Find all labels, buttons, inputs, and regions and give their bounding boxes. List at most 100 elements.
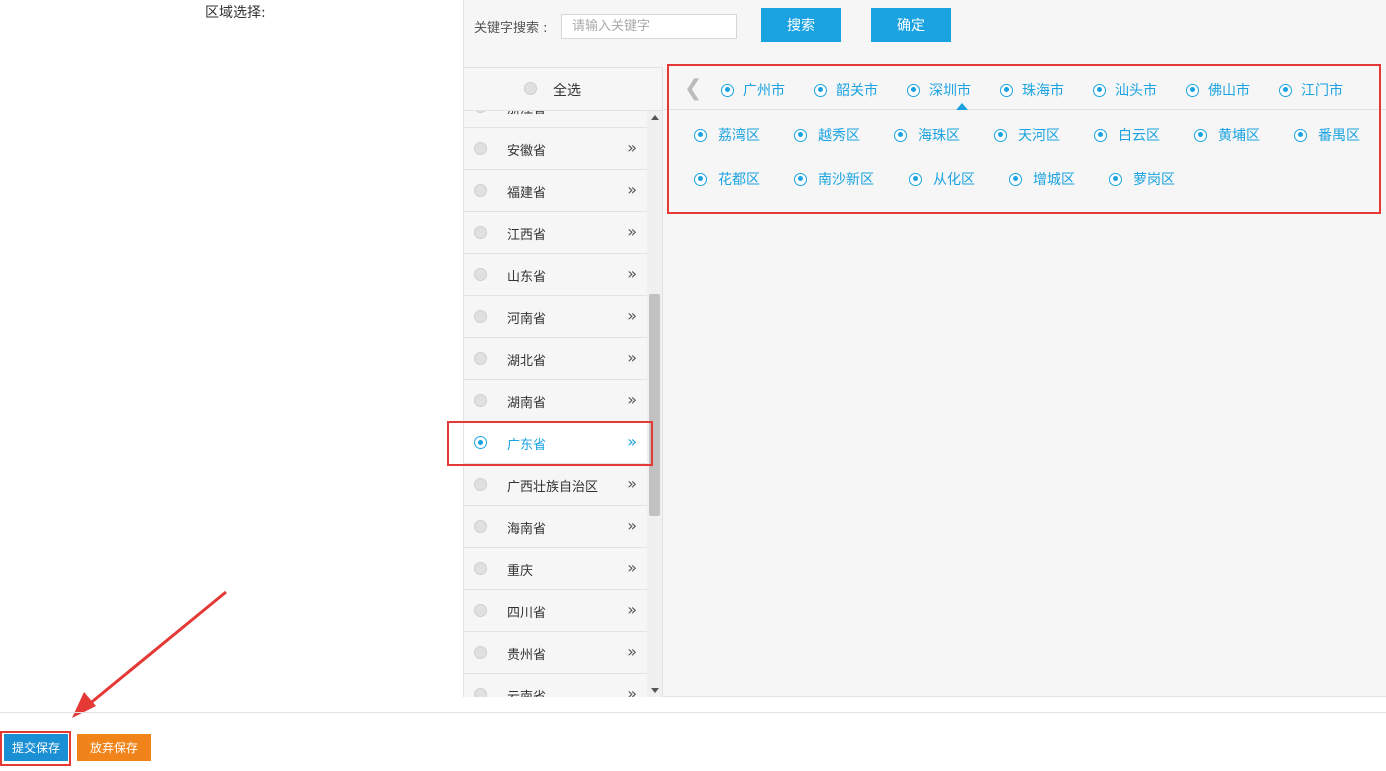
- province-radio[interactable]: [474, 646, 487, 659]
- district-radio[interactable]: [694, 128, 707, 142]
- city-tab[interactable]: 广州市: [721, 80, 785, 100]
- city-radio[interactable]: [721, 83, 734, 97]
- city-radio[interactable]: [1279, 83, 1292, 97]
- double-chevron-right-icon[interactable]: »: [627, 558, 637, 577]
- province-item[interactable]: 云南省 »: [464, 674, 647, 697]
- scroll-thumb[interactable]: [649, 294, 660, 516]
- city-radio[interactable]: [814, 83, 827, 97]
- province-radio[interactable]: [474, 268, 487, 281]
- double-chevron-right-icon[interactable]: »: [627, 264, 637, 283]
- city-tab[interactable]: 深圳市: [907, 80, 971, 100]
- province-item[interactable]: 四川省 »: [464, 590, 647, 632]
- province-name: 广东省: [507, 438, 547, 453]
- double-chevron-right-icon[interactable]: »: [627, 180, 637, 199]
- double-chevron-right-icon[interactable]: »: [627, 600, 637, 619]
- district-label: 海珠区: [918, 128, 960, 144]
- city-tab[interactable]: 韶关市: [814, 80, 878, 100]
- district-item[interactable]: 番禺区: [1294, 125, 1360, 145]
- district-radio[interactable]: [1294, 128, 1307, 142]
- district-radio[interactable]: [794, 128, 807, 142]
- province-radio[interactable]: [474, 310, 487, 323]
- city-radio[interactable]: [907, 83, 920, 97]
- province-radio[interactable]: [474, 478, 487, 491]
- province-radio[interactable]: [474, 184, 487, 197]
- district-radio[interactable]: [1194, 128, 1207, 142]
- province-radio[interactable]: [474, 352, 487, 365]
- district-radio[interactable]: [909, 172, 922, 186]
- double-chevron-right-icon[interactable]: »: [627, 111, 637, 115]
- province-radio[interactable]: [474, 394, 487, 407]
- province-item[interactable]: 安徽省 »: [464, 128, 647, 170]
- search-button[interactable]: 搜索: [761, 8, 841, 42]
- district-item[interactable]: 花都区: [694, 169, 760, 189]
- district-radio[interactable]: [1009, 172, 1022, 186]
- city-tab[interactable]: 汕头市: [1093, 80, 1157, 100]
- province-item[interactable]: 河南省 »: [464, 296, 647, 338]
- double-chevron-right-icon[interactable]: »: [627, 348, 637, 367]
- province-item[interactable]: 海南省 »: [464, 506, 647, 548]
- province-item[interactable]: 湖南省 »: [464, 380, 647, 422]
- province-name: 海南省: [507, 522, 547, 537]
- chevron-left-icon[interactable]: ❮: [684, 76, 702, 101]
- district-item[interactable]: 黄埔区: [1194, 125, 1260, 145]
- district-radio[interactable]: [694, 172, 707, 186]
- district-item[interactable]: 增城区: [1009, 169, 1075, 189]
- select-all-row[interactable]: 全选: [464, 68, 662, 111]
- double-chevron-right-icon[interactable]: »: [627, 684, 637, 697]
- province-item[interactable]: 广东省 »: [464, 422, 647, 464]
- province-radio[interactable]: [474, 111, 487, 113]
- city-radio[interactable]: [1000, 83, 1013, 97]
- district-item[interactable]: 越秀区: [794, 125, 860, 145]
- district-radio[interactable]: [794, 172, 807, 186]
- province-item[interactable]: 浙江省 »: [464, 111, 647, 128]
- search-input[interactable]: [561, 14, 737, 39]
- province-radio[interactable]: [474, 520, 487, 533]
- select-all-radio[interactable]: [524, 82, 537, 95]
- city-label: 广州市: [743, 83, 785, 99]
- province-radio[interactable]: [474, 604, 487, 617]
- city-tab[interactable]: 佛山市: [1186, 80, 1250, 100]
- double-chevron-right-icon[interactable]: »: [627, 222, 637, 241]
- province-item[interactable]: 江西省 »: [464, 212, 647, 254]
- district-item[interactable]: 从化区: [909, 169, 975, 189]
- district-item[interactable]: 荔湾区: [694, 125, 760, 145]
- district-radio[interactable]: [994, 128, 1007, 142]
- double-chevron-right-icon[interactable]: »: [627, 138, 637, 157]
- district-item[interactable]: 白云区: [1094, 125, 1160, 145]
- province-radio[interactable]: [474, 688, 487, 697]
- city-radio[interactable]: [1093, 83, 1106, 97]
- province-item[interactable]: 山东省 »: [464, 254, 647, 296]
- province-item[interactable]: 广西壮族自治区 »: [464, 464, 647, 506]
- discard-save-button[interactable]: 放弃保存: [77, 734, 151, 761]
- province-radio[interactable]: [474, 562, 487, 575]
- province-scrollbar[interactable]: [647, 111, 662, 697]
- district-radio[interactable]: [1094, 128, 1107, 142]
- double-chevron-right-icon[interactable]: »: [627, 642, 637, 661]
- city-tab[interactable]: 江门市: [1279, 80, 1343, 100]
- district-radio[interactable]: [1109, 172, 1122, 186]
- district-radio[interactable]: [894, 128, 907, 142]
- province-radio[interactable]: [474, 226, 487, 239]
- district-item[interactable]: 海珠区: [894, 125, 960, 145]
- double-chevron-right-icon[interactable]: »: [627, 432, 637, 451]
- scroll-down-arrow-icon[interactable]: [651, 688, 659, 693]
- province-item[interactable]: 福建省 »: [464, 170, 647, 212]
- double-chevron-right-icon[interactable]: »: [627, 390, 637, 409]
- province-item[interactable]: 湖北省 »: [464, 338, 647, 380]
- city-tab[interactable]: 珠海市: [1000, 80, 1064, 100]
- district-item[interactable]: 萝岗区: [1109, 169, 1175, 189]
- district-item[interactable]: 南沙新区: [794, 169, 874, 189]
- double-chevron-right-icon[interactable]: »: [627, 306, 637, 325]
- submit-save-button[interactable]: 提交保存: [4, 734, 68, 761]
- district-item[interactable]: 天河区: [994, 125, 1060, 145]
- district-label: 增城区: [1033, 172, 1075, 188]
- province-item[interactable]: 重庆 »: [464, 548, 647, 590]
- double-chevron-right-icon[interactable]: »: [627, 474, 637, 493]
- city-radio[interactable]: [1186, 83, 1199, 97]
- scroll-up-arrow-icon[interactable]: [651, 115, 659, 120]
- confirm-button[interactable]: 确定: [871, 8, 951, 42]
- province-item[interactable]: 贵州省 »: [464, 632, 647, 674]
- province-radio[interactable]: [474, 142, 487, 155]
- province-radio[interactable]: [474, 436, 487, 449]
- double-chevron-right-icon[interactable]: »: [627, 516, 637, 535]
